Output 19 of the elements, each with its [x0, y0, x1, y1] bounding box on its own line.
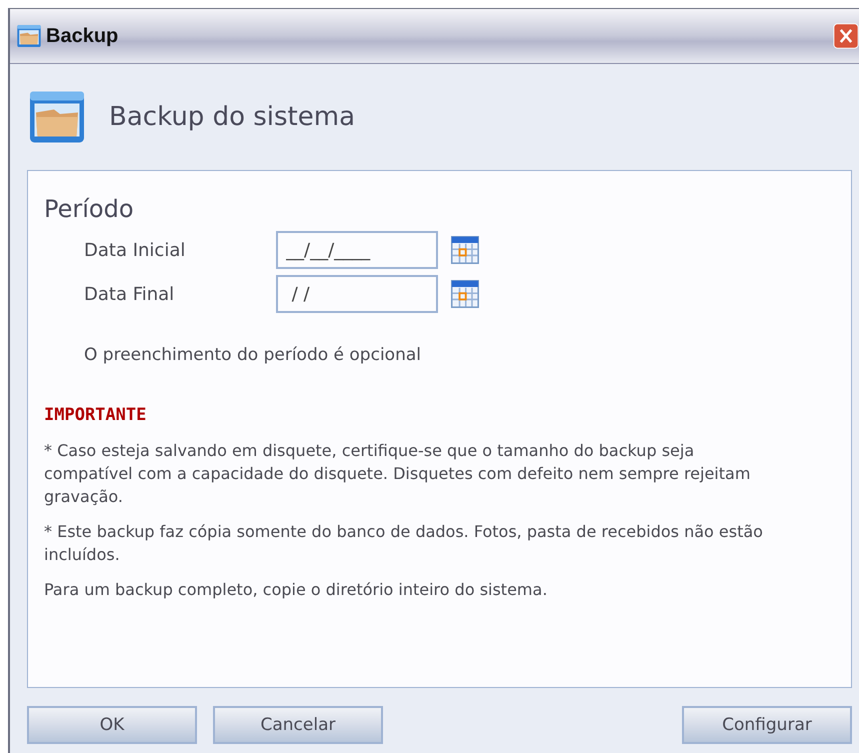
- dialog-button[interactable]: Cancelar: [213, 706, 383, 744]
- field-label: Data Final: [84, 284, 176, 304]
- date-field[interactable]: __/__/____: [276, 231, 438, 269]
- folder-icon: [16, 23, 42, 49]
- calendar-icon[interactable]: [448, 280, 482, 308]
- warning-title: IMPORTANTE: [44, 405, 148, 425]
- paragraph: * Caso esteja salvando em disquete, certifique-se que o tamanho do backup seja compatível com a capacidade do disquete. Disquetes com defeito nem sempre rejeitam gravação.: [44, 440, 752, 508]
- section-title: Período: [44, 195, 135, 223]
- paragraph: * Este backup faz cópia somente do banco de dados. Fotos, pasta de recebidos não estão incluídos.: [44, 521, 764, 566]
- window-title: Backup: [46, 24, 120, 48]
- field-label: Data Inicial: [84, 240, 186, 260]
- dialog-heading: Backup do sistema: [109, 102, 356, 132]
- calendar-icon[interactable]: [448, 236, 482, 264]
- date-field[interactable]: / /: [276, 275, 438, 313]
- note-text: O preenchimento do período é opcional: [84, 345, 422, 365]
- dialog-button[interactable]: OK: [27, 706, 197, 744]
- paragraph: Para um backup completo, copie o diretório inteiro do sistema.: [44, 579, 548, 601]
- dialog-button[interactable]: Configurar: [682, 706, 852, 744]
- close-icon[interactable]: [833, 22, 859, 50]
